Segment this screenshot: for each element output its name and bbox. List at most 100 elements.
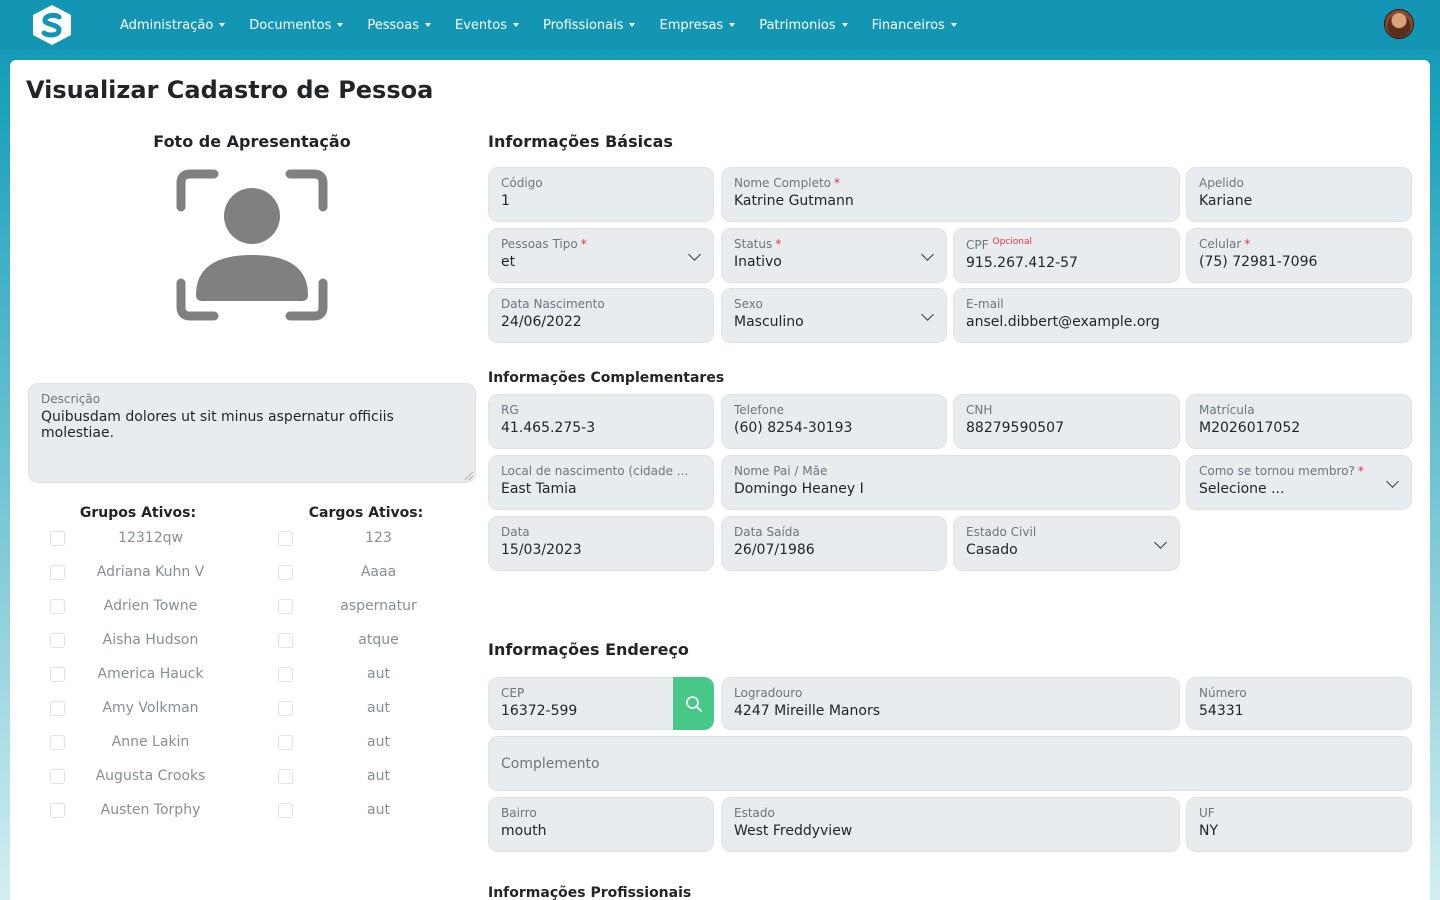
search-icon xyxy=(685,695,702,712)
role-checkbox[interactable] xyxy=(278,666,293,682)
sexo-select[interactable]: Sexo Masculino xyxy=(721,288,947,343)
telefone-field[interactable]: Telefone (60) 8254-30193 xyxy=(721,394,947,449)
group-label: Amy Volkman xyxy=(102,700,199,716)
group-checkbox[interactable] xyxy=(50,802,65,818)
email-field[interactable]: E-mail ansel.dibbert@example.org xyxy=(953,288,1412,343)
data-nascimento-label: Data Nascimento xyxy=(501,297,605,311)
membro-select[interactable]: Como se tornou membro? * Selecione ... xyxy=(1186,455,1412,510)
group-label: Augusta Crooks xyxy=(95,768,206,784)
status-value: Inativo xyxy=(734,254,782,270)
estado-label: Estado xyxy=(734,806,775,820)
role-label: aut xyxy=(367,700,390,716)
nav-profissionais[interactable]: Profissionais xyxy=(543,18,636,33)
rg-label: RG xyxy=(501,403,519,417)
groups-list: Grupos Ativos: 12312qw Adriana Kuhn V Ad… xyxy=(38,505,238,827)
codigo-value: 1 xyxy=(501,193,510,209)
role-row: aut xyxy=(266,793,466,827)
role-checkbox[interactable] xyxy=(278,632,293,648)
group-checkbox[interactable] xyxy=(50,700,65,716)
group-label: Austen Torphy xyxy=(100,802,201,818)
group-label: America Hauck xyxy=(97,666,204,682)
group-checkbox[interactable] xyxy=(50,530,65,546)
group-checkbox[interactable] xyxy=(50,564,65,580)
celular-field[interactable]: Celular * (75) 72981-7096 xyxy=(1186,228,1412,283)
matricula-field[interactable]: Matrícula M2026017052 xyxy=(1186,394,1412,449)
main-menu: Administração Documentos Pessoas Eventos… xyxy=(120,0,981,50)
rg-field[interactable]: RG 41.465.275-3 xyxy=(488,394,714,449)
person-card: Visualizar Cadastro de Pessoa Foto de Ap… xyxy=(10,60,1430,900)
resize-grip-icon[interactable] xyxy=(465,472,473,480)
data-nascimento-value: 24/06/2022 xyxy=(501,314,582,330)
local-nascimento-value: East Tamia xyxy=(501,481,577,497)
email-label: E-mail xyxy=(966,297,1004,311)
nav-financeiros[interactable]: Financeiros xyxy=(872,18,957,33)
role-label: aut xyxy=(367,734,390,750)
roles-heading: Cargos Ativos: xyxy=(308,505,424,521)
description-value: Quibusdam dolores ut sit minus aspernatu… xyxy=(41,409,394,441)
cep-value: 16372-599 xyxy=(501,703,578,719)
role-checkbox[interactable] xyxy=(278,564,293,580)
group-checkbox[interactable] xyxy=(50,768,65,784)
caret-down-icon xyxy=(337,23,344,27)
estado-civil-select[interactable]: Estado Civil Casado xyxy=(953,516,1180,571)
cep-field[interactable]: CEP 16372-599 xyxy=(488,677,714,730)
group-label: Adriana Kuhn V xyxy=(96,564,205,580)
nav-eventos[interactable]: Eventos xyxy=(455,18,519,33)
codigo-field[interactable]: Código 1 xyxy=(488,167,714,222)
nav-pessoas[interactable]: Pessoas xyxy=(367,18,431,33)
caret-down-icon xyxy=(512,23,519,27)
group-checkbox[interactable] xyxy=(50,598,65,614)
role-checkbox[interactable] xyxy=(278,734,293,750)
role-checkbox[interactable] xyxy=(278,530,293,546)
group-row: America Hauck xyxy=(38,657,238,691)
matricula-value: M2026017052 xyxy=(1199,420,1301,436)
cnh-field[interactable]: CNH 88279590507 xyxy=(953,394,1180,449)
group-checkbox[interactable] xyxy=(50,632,65,648)
person-placeholder-icon[interactable] xyxy=(176,169,328,321)
cep-search-button[interactable] xyxy=(673,677,714,730)
data-nascimento-field[interactable]: Data Nascimento 24/06/2022 xyxy=(488,288,714,343)
estado-civil-value: Casado xyxy=(966,542,1018,558)
role-checkbox[interactable] xyxy=(278,802,293,818)
nome-completo-field[interactable]: Nome Completo * Katrine Gutmann xyxy=(721,167,1180,222)
complemento-field[interactable]: Complemento xyxy=(488,736,1412,791)
role-checkbox[interactable] xyxy=(278,700,293,716)
nome-pai-mae-field[interactable]: Nome Pai / Mãe Domingo Heaney I xyxy=(721,455,1180,510)
uf-field[interactable]: UF NY xyxy=(1186,797,1412,852)
nav-documentos[interactable]: Documentos xyxy=(249,18,344,33)
role-checkbox[interactable] xyxy=(278,768,293,784)
nav-empresas[interactable]: Empresas xyxy=(659,18,736,33)
app-logo-icon[interactable] xyxy=(30,4,74,46)
role-checkbox[interactable] xyxy=(278,598,293,614)
pessoas-tipo-value: et xyxy=(501,254,516,270)
group-checkbox[interactable] xyxy=(50,734,65,750)
top-navbar: Administração Documentos Pessoas Eventos… xyxy=(0,0,1440,50)
data-field[interactable]: Data 15/03/2023 xyxy=(488,516,714,571)
apelido-label: Apelido xyxy=(1199,176,1244,190)
user-avatar[interactable] xyxy=(1384,9,1414,39)
apelido-field[interactable]: Apelido Kariane xyxy=(1186,167,1412,222)
group-checkbox[interactable] xyxy=(50,666,65,682)
status-select[interactable]: Status * Inativo xyxy=(721,228,947,283)
nav-patrimonios[interactable]: Patrimonios xyxy=(759,18,848,33)
group-row: Aisha Hudson xyxy=(38,623,238,657)
logradouro-field[interactable]: Logradouro 4247 Mireille Manors xyxy=(721,677,1180,730)
cpf-field[interactable]: CPF Opcional 915.267.412-57 xyxy=(953,228,1180,283)
pessoas-tipo-select[interactable]: Pessoas Tipo * et xyxy=(488,228,714,283)
role-row: 123 xyxy=(266,521,466,555)
groups-heading: Grupos Ativos: xyxy=(79,505,197,521)
role-label: aut xyxy=(367,802,390,818)
local-nascimento-field[interactable]: Local de nascimento (cidade ... East Tam… xyxy=(488,455,714,510)
group-label: Anne Lakin xyxy=(111,734,190,750)
role-row: atque xyxy=(266,623,466,657)
data-saida-field[interactable]: Data Saída 26/07/1986 xyxy=(721,516,947,571)
description-field[interactable]: Descrição Quibusdam dolores ut sit minus… xyxy=(28,383,476,483)
estado-field[interactable]: Estado West Freddyview xyxy=(721,797,1180,852)
bairro-field[interactable]: Bairro mouth xyxy=(488,797,714,852)
role-label: aut xyxy=(367,666,390,682)
pessoas-tipo-label: Pessoas Tipo * xyxy=(501,237,587,251)
address-info-title: Informações Endereço xyxy=(488,640,689,659)
numero-field[interactable]: Número 54331 xyxy=(1186,677,1412,730)
caret-down-icon xyxy=(950,23,957,27)
nav-administracao[interactable]: Administração xyxy=(120,18,226,33)
